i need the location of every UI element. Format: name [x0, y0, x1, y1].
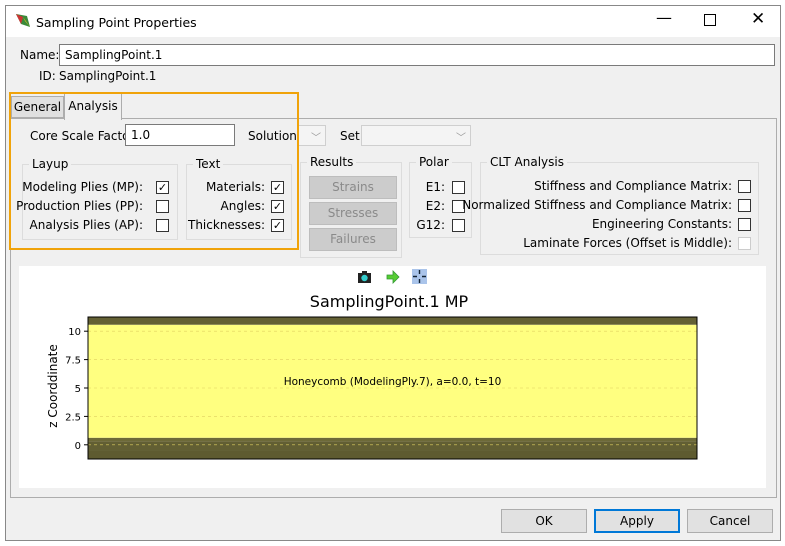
y-tick-label: 5: [75, 384, 81, 395]
close-button[interactable]: ✕: [751, 9, 765, 29]
normalized-stiffness-checkbox[interactable]: [738, 199, 751, 212]
apply-button[interactable]: Apply: [594, 509, 680, 533]
y-tick-label: 2.5: [65, 412, 81, 423]
clt-title: CLT Analysis: [487, 155, 567, 169]
ply-label: Honeycomb (ModelingPly.7), a=0.0, t=10: [284, 376, 502, 388]
y-tick-label: 10: [68, 327, 81, 338]
normalized-stiffness-label: Normalized Stiffness and Compliance Matr…: [462, 198, 732, 212]
e2-label: E2:: [425, 199, 445, 213]
ply-layer: [88, 317, 697, 325]
maximize-button[interactable]: [704, 14, 716, 26]
chevron-down-icon: ﹀: [456, 133, 466, 144]
results-title: Results: [307, 155, 357, 169]
engineering-constants-label: Engineering Constants:: [591, 217, 732, 231]
stiffness-matrix-label: Stiffness and Compliance Matrix:: [534, 179, 732, 193]
laminate-forces-label: Laminate Forces (Offset is Middle):: [523, 236, 732, 250]
solution-select[interactable]: ﹀: [297, 125, 326, 146]
id-value: SamplingPoint.1: [59, 69, 157, 83]
ok-button[interactable]: OK: [501, 509, 587, 533]
e1-label: E1:: [425, 180, 445, 194]
clt-analysis-group: CLT Analysis Stiffness and Compliance Ma…: [462, 155, 759, 255]
name-label: Name:: [20, 48, 60, 62]
id-label: ID:: [39, 69, 56, 83]
chart-area: SamplingPoint.1 MP z Coorddinate 0 2.5 5 7.…: [19, 266, 766, 488]
minimize-button[interactable]: —: [656, 8, 672, 27]
highlight-box: [9, 92, 299, 250]
set-select[interactable]: ﹀: [361, 125, 471, 146]
stresses-button[interactable]: Stresses: [309, 202, 397, 225]
e1-checkbox[interactable]: [452, 181, 465, 194]
failures-button[interactable]: Failures: [309, 228, 397, 251]
layup-chart: SamplingPoint.1 MP z Coorddinate 0 2.5 5 7.…: [46, 292, 698, 460]
cancel-button[interactable]: Cancel: [687, 509, 773, 533]
ply-layer: [88, 450, 697, 459]
results-group: Results Strains Stresses Failures: [300, 155, 402, 258]
polar-title: Polar: [416, 155, 452, 169]
y-tick-label: 7.5: [65, 356, 81, 367]
engineering-constants-checkbox[interactable]: [738, 218, 751, 231]
name-input[interactable]: [59, 44, 775, 66]
chevron-down-icon: ﹀: [311, 133, 321, 144]
g12-label: G12:: [416, 218, 445, 232]
stiffness-matrix-checkbox[interactable]: [738, 180, 751, 193]
laminate-forces-checkbox[interactable]: [738, 237, 751, 250]
y-axis-label: z Coorddinate: [46, 344, 60, 428]
ply-layer: [88, 437, 697, 442]
chart-title: SamplingPoint.1 MP: [310, 292, 469, 311]
window-title: Sampling Point Properties: [36, 15, 197, 30]
title-bar: Sampling Point Properties — ✕: [6, 6, 780, 37]
ply-layer: [88, 441, 697, 451]
y-tick-label: 0: [75, 441, 81, 452]
strains-button[interactable]: Strains: [309, 176, 397, 199]
app-icon: [16, 14, 30, 27]
g12-checkbox[interactable]: [452, 219, 465, 232]
